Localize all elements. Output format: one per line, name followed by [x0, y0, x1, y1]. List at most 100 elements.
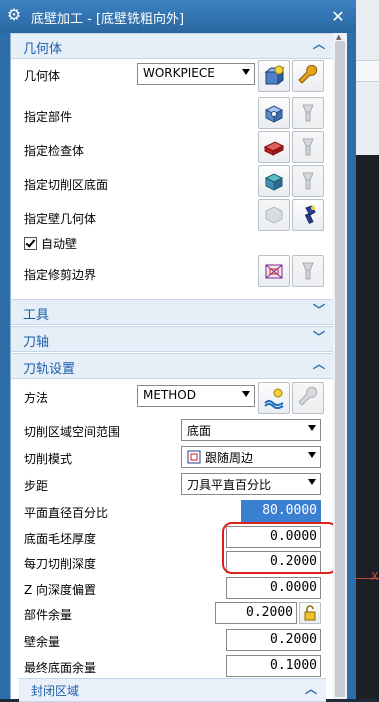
- cut-range-label: 切削区域空间范围: [24, 425, 121, 439]
- z-offset-label: Z 向深度偏置: [24, 583, 97, 597]
- cut-pattern-select[interactable]: 跟随周边: [181, 446, 321, 468]
- z-offset-value: 0.0000: [270, 580, 317, 595]
- trim-label: 指定修剪边界: [24, 268, 97, 282]
- floor-stock-label: 底面毛坯厚度: [24, 532, 97, 546]
- wall-stock-input[interactable]: 0.2000: [226, 629, 321, 651]
- check-body-icon: [263, 141, 285, 156]
- auto-wall-checkbox[interactable]: [24, 237, 37, 250]
- section-closed-header[interactable]: 封闭区域 ︿: [19, 678, 326, 702]
- wrench-icon: [298, 65, 318, 84]
- trim-boundary-icon: [265, 264, 283, 279]
- section-geometry-label: 几何体: [23, 42, 63, 57]
- chevron-up-icon[interactable]: ︿: [305, 680, 317, 697]
- section-axis-label: 刀轴: [23, 335, 50, 350]
- scroll-up-icon[interactable]: ▲: [336, 33, 341, 41]
- lock-button[interactable]: [299, 602, 321, 624]
- dialog-body: 几何体 ︿ 几何体 WORKPIECE 指定部件 指定检查体 指定切削区底面 指…: [10, 33, 338, 702]
- cut-floor-label: 指定切削区底面: [24, 178, 109, 192]
- chevron-down-icon: [308, 479, 316, 485]
- wall-geometry-icon: [265, 206, 283, 224]
- chevron-down-icon: [308, 425, 316, 431]
- new-method-button[interactable]: [258, 382, 290, 414]
- flashlight-icon: [302, 138, 314, 156]
- flat-pct-input[interactable]: 80.0000: [241, 500, 321, 522]
- select-part-button[interactable]: [258, 97, 290, 129]
- section-geometry-header[interactable]: 几何体 ︿: [11, 33, 334, 59]
- geometry-select[interactable]: WORKPIECE: [137, 63, 255, 85]
- stepover-select[interactable]: 刀具平直百分比: [181, 473, 321, 495]
- chevron-up-icon[interactable]: ︿: [313, 355, 325, 372]
- chevron-down-icon[interactable]: ﹀: [313, 301, 325, 318]
- section-tool-header[interactable]: 工具 ﹀: [11, 299, 334, 325]
- select-trim-button[interactable]: [258, 255, 290, 287]
- flashlight-icon: [302, 262, 314, 280]
- edit-method-button[interactable]: [292, 382, 324, 414]
- part-stock-label: 部件余量: [24, 608, 73, 622]
- gear-icon: ⚙: [6, 5, 22, 24]
- part-stock-value: 0.2000: [246, 605, 293, 620]
- display-cut-floor-button[interactable]: [292, 165, 324, 197]
- geometry-select-value: WORKPIECE: [143, 66, 215, 80]
- wrench-icon: [298, 387, 318, 406]
- cut-pattern-value: 跟随周边: [205, 451, 254, 465]
- cut-pattern-label: 切削模式: [24, 452, 73, 466]
- display-wall-button[interactable]: [292, 199, 324, 231]
- method-select-value: METHOD: [143, 388, 196, 402]
- close-icon[interactable]: ✕: [328, 7, 348, 27]
- chevron-down-icon: [308, 452, 316, 458]
- follow-periphery-icon: [187, 450, 201, 464]
- section-tool-label: 工具: [23, 308, 50, 323]
- dialog-title: 底壁加工 - [底壁铣粗向外]: [31, 12, 185, 27]
- display-check-button[interactable]: [292, 131, 324, 163]
- scrollbar[interactable]: ▲: [333, 33, 347, 699]
- part-icon: [264, 105, 284, 123]
- wall-stock-value: 0.2000: [270, 632, 317, 647]
- title-bar: ⚙ 底壁加工 - [底壁铣粗向外] ✕: [0, 0, 356, 33]
- cut-range-select[interactable]: 底面: [181, 419, 321, 441]
- select-wall-button[interactable]: [258, 199, 290, 231]
- chevron-down-icon: [242, 391, 250, 397]
- z-offset-input[interactable]: 0.0000: [226, 577, 321, 599]
- new-method-icon: [264, 388, 284, 409]
- display-part-button[interactable]: [292, 97, 324, 129]
- edit-geometry-button[interactable]: [292, 60, 324, 92]
- chevron-down-icon: [242, 69, 250, 75]
- flat-pct-value: 80.0000: [262, 503, 317, 518]
- display-trim-button[interactable]: [292, 255, 324, 287]
- stepover-label: 步距: [24, 479, 49, 493]
- geometry-label: 几何体: [24, 69, 61, 83]
- flashlight-icon: [302, 104, 314, 122]
- section-closed-label: 封闭区域: [31, 684, 80, 698]
- cut-range-value: 底面: [187, 424, 212, 438]
- part-stock-input[interactable]: 0.2000: [215, 602, 297, 624]
- stepover-value: 刀具平直百分比: [187, 478, 272, 492]
- cut-area-icon: [264, 173, 284, 191]
- part-label: 指定部件: [24, 110, 73, 124]
- section-axis-header[interactable]: 刀轴 ﹀: [11, 326, 334, 352]
- final-floor-value: 0.1000: [270, 658, 317, 673]
- final-floor-label: 最终底面余量: [24, 661, 97, 675]
- section-path-header[interactable]: 刀轨设置 ︿: [11, 353, 334, 379]
- lock-icon: [304, 605, 316, 621]
- flat-pct-label: 平面直径百分比: [24, 506, 109, 520]
- final-floor-input[interactable]: 0.1000: [226, 655, 321, 677]
- depth-per-cut-label: 每刀切削深度: [24, 557, 97, 571]
- red-highlight-mark: [222, 522, 338, 574]
- check-label: 指定检查体: [24, 144, 85, 158]
- method-select[interactable]: METHOD: [137, 385, 255, 407]
- operation-dialog: ⚙ 底壁加工 - [底壁铣粗向外] ✕ 几何体 ︿ 几何体 WORKPIECE: [0, 0, 356, 702]
- new-geometry-button[interactable]: [258, 60, 290, 92]
- flashlight-icon: [302, 172, 314, 190]
- new-geometry-icon: [264, 65, 285, 86]
- wall-stock-label: 壁余量: [24, 635, 61, 649]
- select-check-button[interactable]: [258, 131, 290, 163]
- select-cut-floor-button[interactable]: [258, 165, 290, 197]
- method-label: 方法: [24, 391, 49, 405]
- scrollbar-thumb[interactable]: [335, 41, 345, 697]
- wall-label: 指定壁几何体: [24, 212, 97, 226]
- section-path-label: 刀轨设置: [23, 362, 76, 377]
- section-divider: [11, 291, 334, 299]
- x-axis-label: X: [371, 570, 379, 583]
- chevron-down-icon[interactable]: ﹀: [313, 328, 325, 345]
- chevron-up-icon[interactable]: ︿: [313, 35, 325, 52]
